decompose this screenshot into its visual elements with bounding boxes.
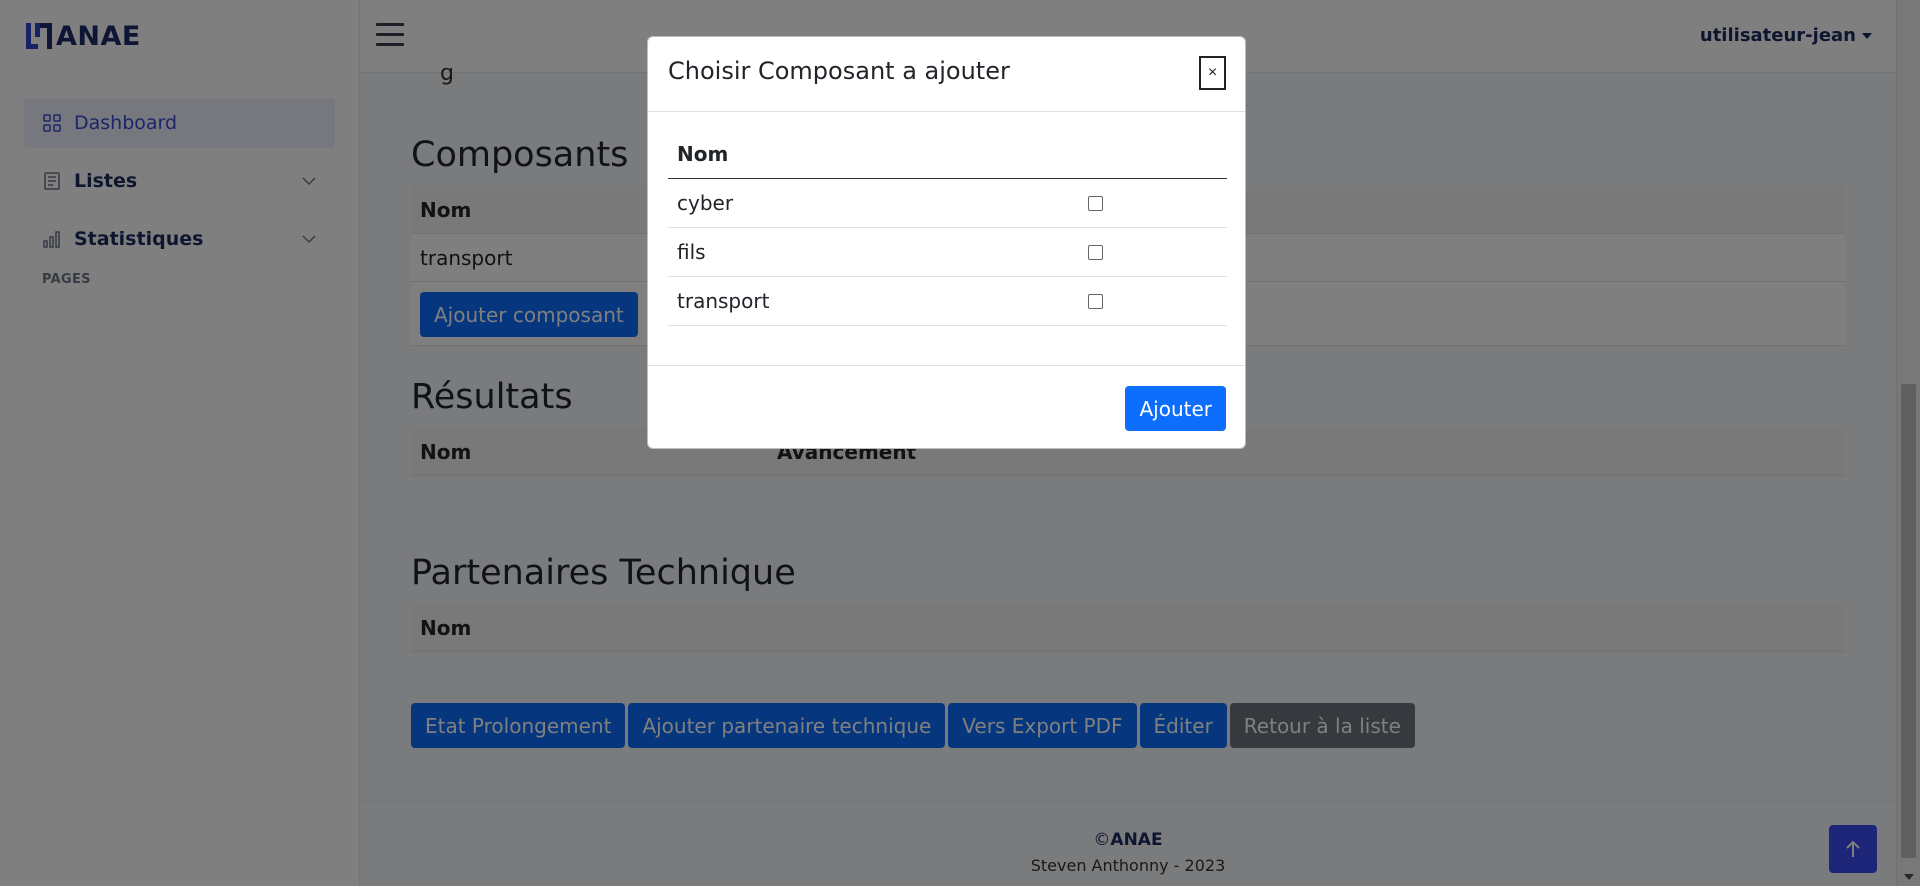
modal-header: Choisir Composant a ajouter × bbox=[648, 37, 1245, 112]
composant-checkbox[interactable] bbox=[1088, 293, 1103, 309]
composant-checkbox[interactable] bbox=[1088, 244, 1103, 260]
modal-footer: Ajouter bbox=[648, 365, 1245, 449]
composant-name: transport bbox=[677, 289, 770, 313]
table-header: Nom bbox=[668, 130, 1227, 179]
modal-title: Choisir Composant a ajouter bbox=[668, 57, 1010, 85]
composant-name: fils bbox=[677, 240, 706, 264]
table-row: transport bbox=[668, 277, 1227, 326]
ajouter-button[interactable]: Ajouter bbox=[1125, 386, 1226, 431]
table-row: cyber bbox=[668, 179, 1227, 228]
table-row: fils bbox=[668, 228, 1227, 277]
column-header-nom: Nom bbox=[677, 142, 729, 166]
close-icon[interactable]: × bbox=[1199, 56, 1226, 90]
choose-composant-modal: Choisir Composant a ajouter × Nom cyber … bbox=[647, 36, 1246, 449]
composant-checkbox[interactable] bbox=[1088, 195, 1103, 211]
modal-body: Nom cyber fils transport bbox=[668, 130, 1227, 326]
composant-name: cyber bbox=[677, 191, 734, 215]
